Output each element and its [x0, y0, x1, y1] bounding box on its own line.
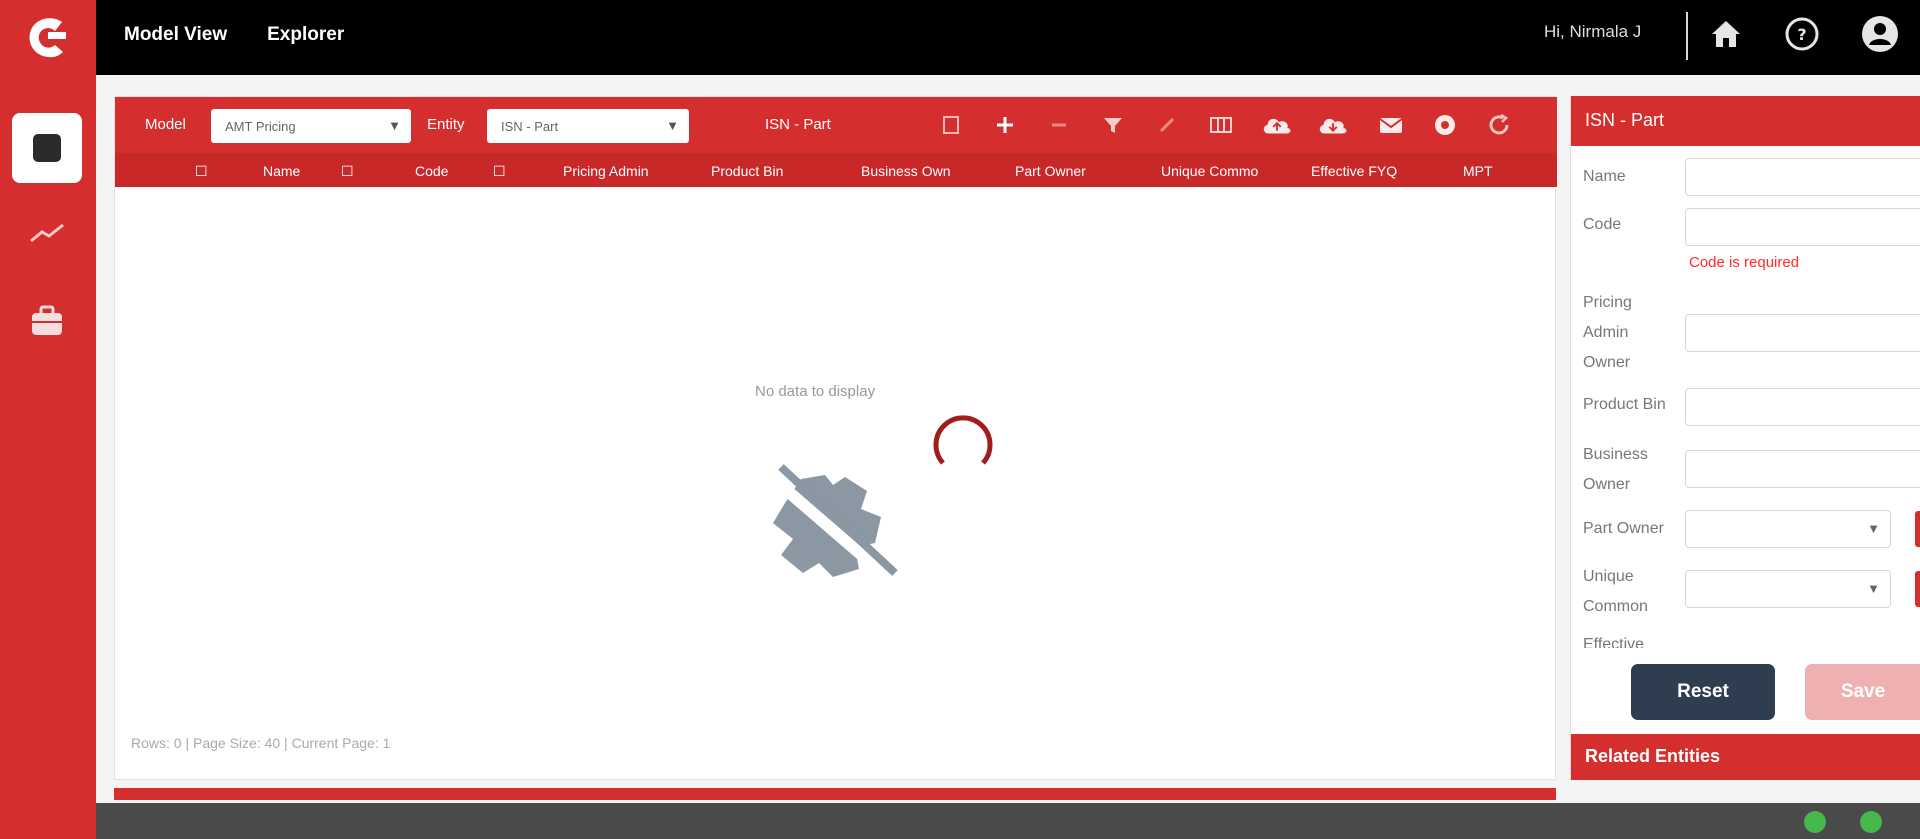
- column-pricing-admin[interactable]: Pricing Admin: [563, 163, 649, 179]
- save-button[interactable]: Save: [1805, 664, 1920, 720]
- product-bin-field[interactable]: [1685, 388, 1920, 426]
- filter-icon[interactable]: [1097, 111, 1129, 139]
- empty-message: No data to display: [755, 383, 876, 400]
- chevron-down-icon: ▼: [388, 118, 401, 133]
- chevron-down-icon: ▼: [1867, 521, 1880, 536]
- clear-filter-icon[interactable]: [1151, 111, 1183, 139]
- divider: [1686, 12, 1688, 60]
- entity-select[interactable]: ISN - Part ▼: [487, 109, 689, 143]
- gear-icon[interactable]: [1429, 111, 1461, 139]
- sidebar-item-analytics[interactable]: [12, 198, 82, 268]
- horizontal-scrollbar[interactable]: [114, 788, 1556, 800]
- left-sidebar: [0, 75, 96, 839]
- column-name[interactable]: Name: [263, 163, 300, 179]
- grid-toolbar: Model AMT Pricing ▼ Entity ISN - Part ▼ …: [115, 97, 1557, 153]
- entity-select-value: ISN - Part: [501, 119, 559, 134]
- user-avatar-icon[interactable]: [1860, 14, 1900, 54]
- pricing-admin-label: Pricing Admin Owner: [1583, 294, 1632, 371]
- grid-icon: [33, 134, 61, 162]
- top-bar: Model View Explorer Hi, Nirmala J ?: [0, 0, 1920, 75]
- column-name-filter[interactable]: ☐: [341, 163, 354, 180]
- column-unique-common[interactable]: Unique Commo: [1161, 163, 1258, 179]
- code-field[interactable]: [1685, 208, 1920, 246]
- unique-common-add-button[interactable]: [1915, 571, 1920, 607]
- business-owner-label: Business Owner: [1583, 446, 1648, 493]
- model-select[interactable]: AMT Pricing ▼: [211, 109, 411, 143]
- business-owner-field[interactable]: [1685, 450, 1920, 488]
- code-label: Code: [1583, 216, 1622, 233]
- column-mpt[interactable]: MPT: [1463, 163, 1493, 179]
- column-code-filter[interactable]: ☐: [493, 163, 506, 180]
- sidebar-item-jobs[interactable]: [12, 286, 82, 356]
- remove-icon[interactable]: [1043, 111, 1075, 139]
- grid-panel: Model AMT Pricing ▼ Entity ISN - Part ▼ …: [114, 96, 1557, 781]
- svg-text:?: ?: [1797, 25, 1806, 44]
- grid-footer: Rows: 0 | Page Size: 40 | Current Page: …: [131, 735, 391, 751]
- grid-body: No data to display Rows: 0 | Page Size: …: [115, 187, 1557, 781]
- related-entities-header[interactable]: Related Entities: [1571, 734, 1920, 780]
- chevron-down-icon: ▼: [666, 118, 679, 133]
- part-owner-add-button[interactable]: [1915, 511, 1920, 547]
- home-icon[interactable]: [1706, 14, 1746, 54]
- pricing-admin-field[interactable]: [1685, 314, 1920, 352]
- name-field[interactable]: [1685, 158, 1920, 196]
- nav-model-view[interactable]: Model View: [124, 24, 227, 46]
- product-bin-label: Product Bin: [1583, 396, 1666, 413]
- column-select[interactable]: ☐: [195, 163, 208, 180]
- briefcase-icon: [32, 305, 62, 335]
- broken-plugin-icon: [765, 464, 905, 594]
- loading-spinner-icon: [933, 415, 993, 465]
- column-code[interactable]: Code: [415, 163, 448, 179]
- add-icon[interactable]: [989, 111, 1021, 139]
- brand-logo[interactable]: [0, 0, 96, 75]
- grid-column-header: ☐ Name ☐ Code ☐ Pricing Admin Product Bi…: [115, 153, 1557, 187]
- column-part-owner[interactable]: Part Owner: [1015, 163, 1086, 179]
- status-bar: [96, 803, 1920, 839]
- reset-button[interactable]: Reset: [1631, 664, 1775, 720]
- model-label: Model: [145, 116, 186, 133]
- cloud-upload-icon[interactable]: [1261, 111, 1293, 139]
- grid-title: ISN - Part: [765, 116, 831, 133]
- column-product-bin[interactable]: Product Bin: [711, 163, 783, 179]
- code-error: Code is required: [1689, 254, 1800, 271]
- help-icon[interactable]: ?: [1782, 14, 1822, 54]
- refresh-icon[interactable]: [1483, 111, 1515, 139]
- status-indicator-icon: [1804, 811, 1826, 833]
- user-greeting: Hi, Nirmala J: [1544, 22, 1642, 41]
- form-title: ISN - Part: [1571, 96, 1920, 146]
- select-all-icon[interactable]: [935, 111, 967, 139]
- sidebar-item-model[interactable]: [12, 113, 82, 183]
- model-select-value: AMT Pricing: [225, 119, 296, 134]
- name-label: Name: [1583, 168, 1626, 185]
- unique-common-label: Unique Common: [1583, 568, 1648, 615]
- mail-icon[interactable]: [1375, 111, 1407, 139]
- entity-form-panel: ISN - Part Name Code Code is required Pr…: [1570, 96, 1920, 780]
- column-business-owner[interactable]: Business Own: [861, 163, 950, 179]
- status-indicator-icon: [1860, 811, 1882, 833]
- nav-explorer[interactable]: Explorer: [267, 24, 344, 46]
- columns-icon[interactable]: [1205, 111, 1237, 139]
- cloud-download-icon[interactable]: [1317, 111, 1349, 139]
- column-effective-fyq[interactable]: Effective FYQ: [1311, 163, 1397, 179]
- part-owner-select[interactable]: ▼: [1685, 510, 1891, 548]
- entity-label: Entity: [427, 116, 465, 133]
- chevron-down-icon: ▼: [1867, 581, 1880, 596]
- effective-label: Effective: [1583, 636, 1645, 648]
- unique-common-select[interactable]: ▼: [1685, 570, 1891, 608]
- part-owner-label: Part Owner: [1583, 520, 1664, 537]
- logo-icon: [29, 17, 66, 57]
- trend-icon: [30, 223, 64, 243]
